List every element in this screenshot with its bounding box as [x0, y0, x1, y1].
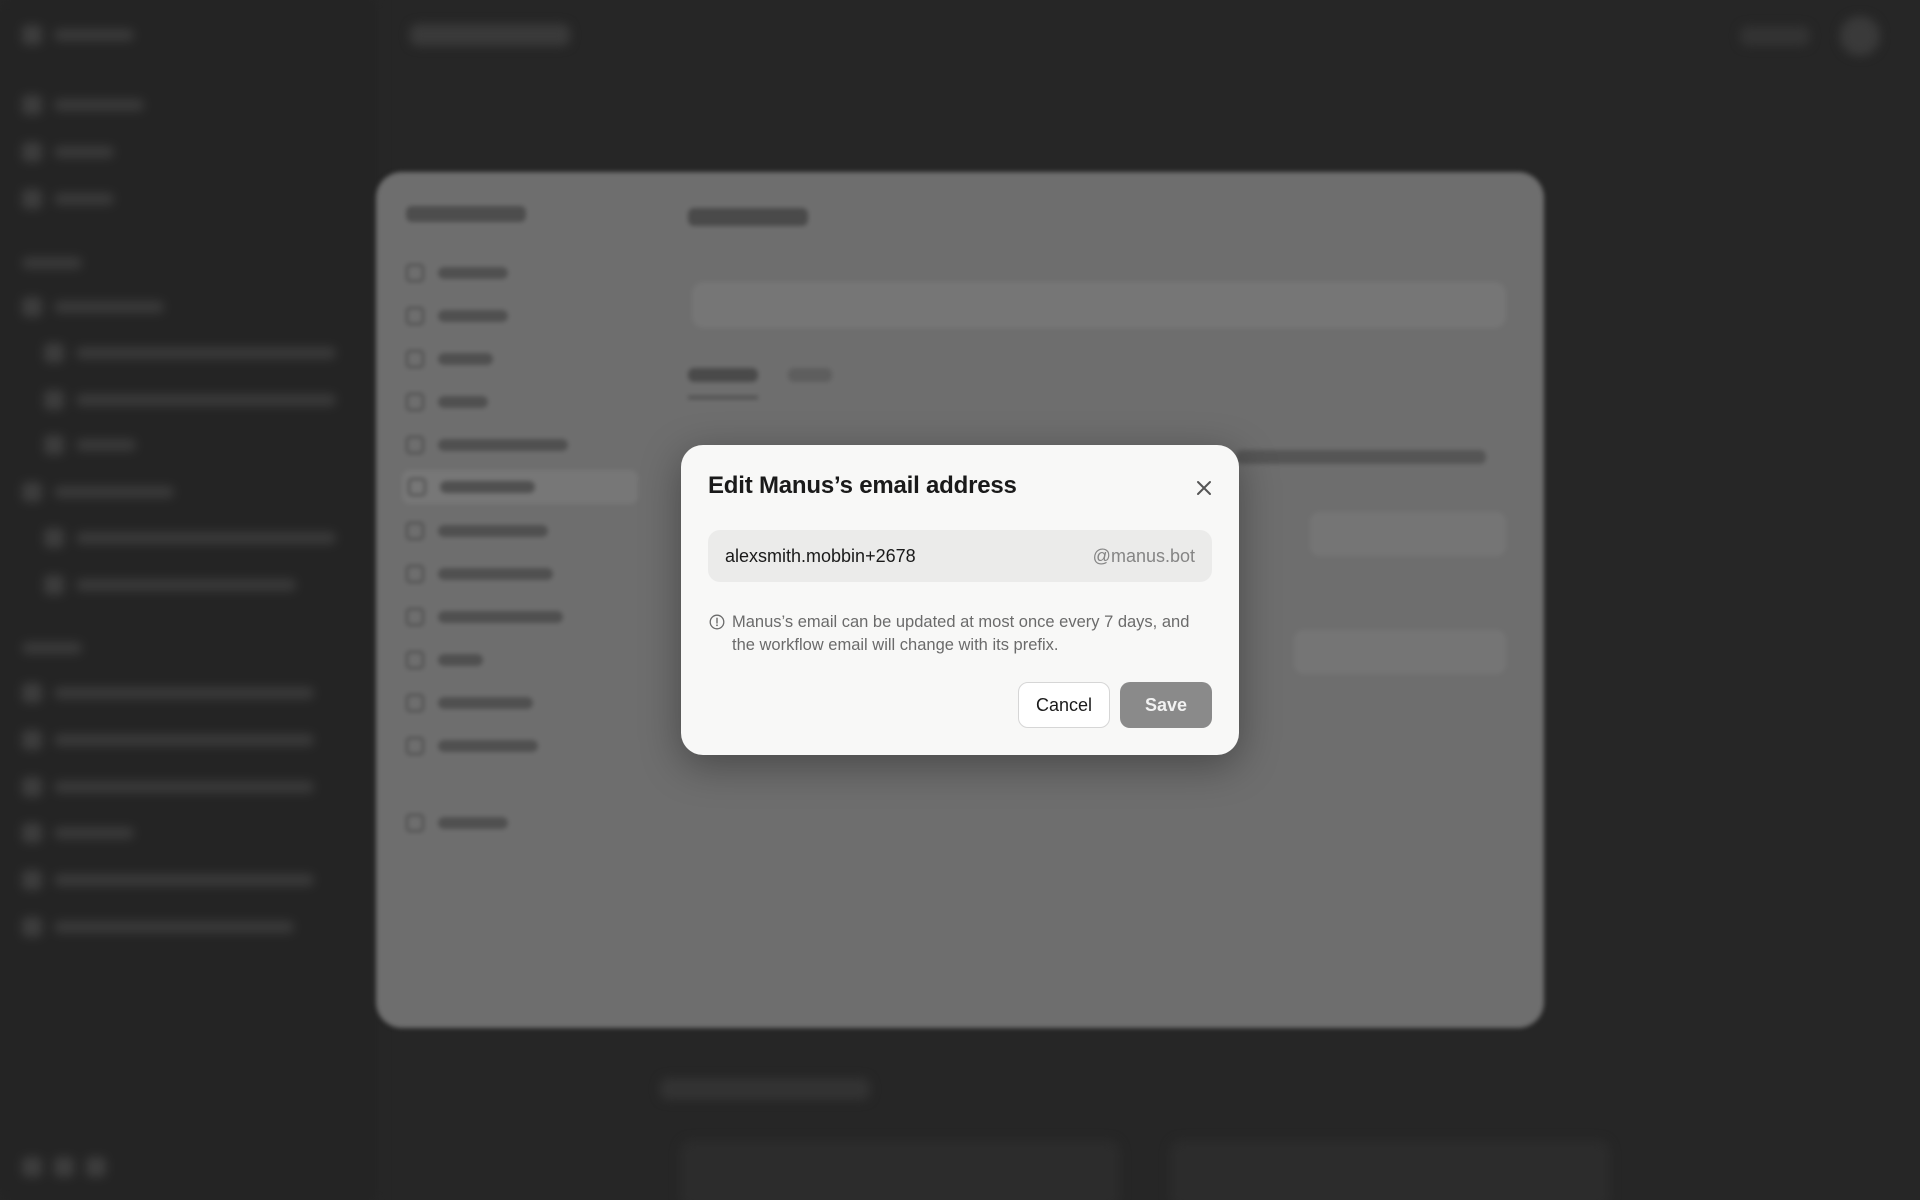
save-button[interactable]: Save — [1120, 682, 1212, 728]
sidebar-item — [22, 184, 114, 214]
sidebar-item — [22, 678, 314, 708]
settings-nav-item — [406, 686, 533, 720]
sidebar-item — [22, 912, 294, 942]
settings-nav-item — [406, 342, 493, 376]
settings-nav-item — [406, 514, 548, 548]
note-text: Manus’s email can be updated at most onc… — [732, 613, 1190, 654]
settings-nav-item — [406, 643, 483, 677]
sidebar-item — [22, 292, 164, 322]
settings-nav-item — [406, 729, 538, 763]
sidebar-item — [22, 865, 314, 895]
dialog-title: Edit Manus’s email address — [708, 472, 1017, 499]
settings-nav-item — [406, 600, 563, 634]
sidebar-item — [44, 570, 296, 600]
settings-row-button — [1294, 630, 1506, 674]
sidebar-item — [44, 338, 336, 368]
info-icon — [709, 614, 725, 630]
email-domain-suffix: @manus.bot — [1092, 545, 1195, 566]
sidebar-item — [22, 818, 134, 848]
sidebar-item — [22, 477, 174, 507]
settings-nav-item — [406, 385, 488, 419]
settings-nav-item — [406, 256, 508, 290]
sidebar-item — [22, 772, 314, 802]
email-prefix-input[interactable] — [725, 545, 1045, 567]
sidebar-item — [22, 725, 314, 755]
sidebar-item — [44, 523, 336, 553]
close-button[interactable] — [1191, 475, 1217, 501]
settings-nav-item — [406, 557, 553, 591]
edit-email-dialog: Edit Manus’s email address @manus.bot Ma… — [681, 445, 1239, 755]
email-field: @manus.bot — [708, 530, 1212, 582]
settings-nav-item — [406, 428, 568, 462]
sidebar — [0, 0, 380, 1200]
settings-nav-item — [406, 299, 508, 333]
cancel-button[interactable]: Cancel — [1018, 682, 1110, 728]
sidebar-footer — [22, 1152, 106, 1182]
sidebar-section — [22, 633, 82, 663]
settings-nav-item-active — [402, 470, 638, 504]
sidebar-item — [22, 137, 114, 167]
update-note: Manus’s email can be updated at most onc… — [708, 611, 1208, 657]
settings-banner — [692, 282, 1506, 328]
sidebar-logo — [22, 20, 134, 50]
settings-row-button — [1310, 512, 1506, 556]
sidebar-item — [44, 430, 136, 460]
sidebar-item — [44, 385, 336, 415]
settings-nav-item — [406, 806, 508, 840]
close-icon — [1197, 481, 1211, 495]
dialog-actions: Cancel Save — [1018, 682, 1212, 728]
sidebar-section — [22, 248, 82, 278]
sidebar-item — [22, 90, 144, 120]
